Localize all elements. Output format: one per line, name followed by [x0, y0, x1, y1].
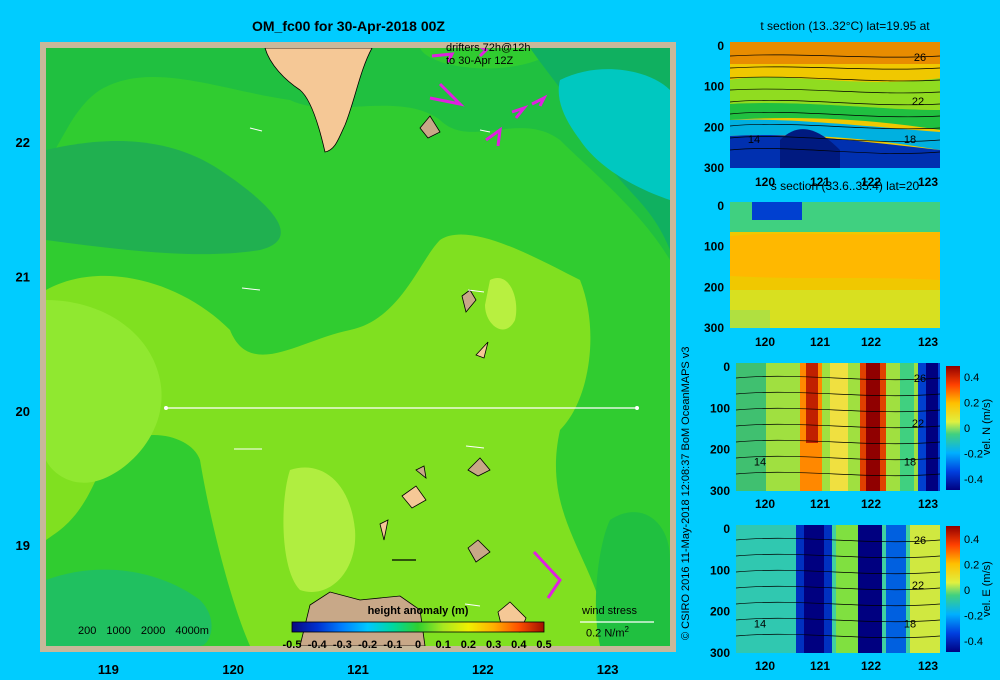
- panel-y-tick-label: 0: [723, 360, 730, 374]
- map-x-tick-label: 120: [222, 662, 244, 677]
- panel-title: s section (33.6..35.4) lat=20: [771, 179, 920, 193]
- panel-y-tick-label: 300: [710, 646, 730, 660]
- panel-colorbar-tick: 0.4: [964, 372, 979, 384]
- panel-title: t section (13..32°C) lat=19.95 at: [760, 19, 930, 33]
- map-x-tick-label: 121: [347, 662, 369, 677]
- contour-label: 22: [912, 96, 924, 108]
- contour-label: 18: [904, 134, 916, 146]
- panel-x-tick-label: 123: [918, 175, 938, 189]
- panel-y-tick-label: 0: [717, 39, 724, 53]
- map-x-tick-label: 119: [98, 662, 119, 677]
- map-x-tick-label: 123: [597, 662, 619, 677]
- panel-y-tick-label: 0: [717, 199, 724, 213]
- map-y-tick-label: 21: [16, 269, 30, 284]
- drifters-label-2: to 30-Apr 12Z: [446, 55, 514, 67]
- map-y-tick-label: 22: [16, 135, 30, 150]
- panel-colorbar-tick: -0.4: [964, 636, 983, 648]
- panel-x-tick-label: 123: [918, 335, 938, 349]
- figure-canvas: 119 120 121 122 12322212019height anomaly (m…: [16, 19, 993, 677]
- panel-x-tick-label: 120: [755, 497, 775, 511]
- panel-x-tick-label: 122: [861, 335, 881, 349]
- colorbar-tick-label: 0.3: [486, 639, 501, 651]
- panel-y-tick-label: 100: [704, 240, 724, 254]
- panel-y-tick-label: 0: [723, 522, 730, 536]
- colorbar-tick-label: 0.4: [511, 639, 527, 651]
- page-title: OM_fc00 for 30-Apr-2018 00Z: [252, 18, 445, 34]
- panel-y-tick-label: 300: [710, 484, 730, 498]
- s-section-panel: [730, 202, 940, 328]
- colorbar-tick-label: 0: [415, 639, 421, 651]
- contour-label: 26: [914, 52, 926, 64]
- vel-e-panel: [735, 525, 960, 653]
- wind-stress-sup: 2: [624, 625, 629, 634]
- map-panel: [40, 42, 676, 652]
- panel-x-tick-label: 120: [755, 659, 775, 673]
- map-y-tick-label: 19: [16, 538, 30, 553]
- panel-colorbar-label: vel. E (m/s): [981, 561, 993, 617]
- panel-colorbar-tick: -0.4: [964, 474, 983, 486]
- contour-label: 26: [914, 373, 926, 385]
- panel-colorbar-tick: 0: [964, 585, 970, 597]
- credit-text: © CSIRO 2016 11-May-2018 12:08:37 BoM Oc…: [680, 346, 692, 640]
- colorbar-tick-label: -0.4: [308, 639, 328, 651]
- depth-legend-item: 200: [78, 625, 97, 637]
- height-anomaly-field: [46, 48, 670, 646]
- panel-y-tick-label: 300: [704, 161, 724, 175]
- panel-x-tick-label: 122: [861, 497, 881, 511]
- contour-label: 18: [904, 456, 916, 468]
- wind-stress-value: 0.2 N/m2: [586, 625, 629, 640]
- wind-stress-value-text: 0.2 N/m: [586, 627, 625, 640]
- contour-label: 14: [748, 134, 760, 146]
- panel-y-tick-label: 200: [704, 280, 724, 294]
- map-y-tick-label: 20: [16, 404, 30, 419]
- colorbar-tick-label: 0.5: [536, 639, 551, 651]
- vel-n-colorbar: [946, 366, 960, 490]
- panel-x-tick-label: 121: [810, 497, 830, 511]
- vel-n-panel: [735, 363, 960, 491]
- panel-colorbar-label: vel. N (m/s): [981, 399, 993, 455]
- panel-colorbar-tick: 0.4: [964, 534, 979, 546]
- panel-y-tick-label: 100: [710, 401, 730, 415]
- panel-x-tick-label: 123: [918, 497, 938, 511]
- vel-e-colorbar: [946, 526, 960, 652]
- contour-label: 18: [904, 618, 916, 630]
- panel-x-tick-label: 122: [861, 659, 881, 673]
- panel-y-tick-label: 200: [704, 120, 724, 134]
- panel-x-tick-label: 121: [810, 335, 830, 349]
- depth-legend-item: 4000m: [175, 625, 209, 637]
- map-x-tick-label: 122: [472, 662, 494, 677]
- panel-colorbar-tick: 0.2: [964, 560, 979, 572]
- height-colorbar: [291, 621, 545, 633]
- colorbar-tick-label: -0.5: [283, 639, 302, 651]
- panel-y-tick-label: 300: [704, 321, 724, 335]
- panel-x-tick-label: 120: [755, 335, 775, 349]
- drifters-label-1: drifters 72h@12h: [446, 42, 531, 54]
- contour-label: 22: [912, 580, 924, 592]
- panel-y-tick-label: 100: [704, 80, 724, 94]
- colorbar-tick-label: -0.1: [383, 639, 402, 651]
- wind-stress-label: wind stress: [582, 605, 638, 617]
- colorbar-tick-label: -0.3: [333, 639, 352, 651]
- contour-label: 26: [914, 535, 926, 547]
- t-section-panel: [729, 42, 941, 168]
- depth-legend-item: 2000: [140, 625, 166, 637]
- panel-colorbar-tick: 0: [964, 423, 970, 435]
- panel-colorbar-tick: 0.2: [964, 398, 979, 410]
- depth-legend-item: 1000: [106, 625, 131, 637]
- depth-legend: 200 1000 2000 4000m: [78, 625, 209, 637]
- colorbar-tick-label: -0.2: [358, 639, 377, 651]
- panel-y-tick-label: 100: [710, 563, 730, 577]
- colorbar-tick-label: 0.2: [461, 639, 476, 651]
- contour-label: 22: [912, 418, 924, 430]
- contour-label: 14: [754, 618, 766, 630]
- colorbar-tick-label: 0.1: [436, 639, 451, 651]
- panel-y-tick-label: 200: [710, 605, 730, 619]
- colorbar-label: height anomaly (m): [368, 605, 469, 617]
- panel-x-tick-label: 123: [918, 659, 938, 673]
- contour-label: 14: [754, 456, 766, 468]
- panel-x-tick-label: 121: [810, 659, 830, 673]
- panel-y-tick-label: 200: [710, 443, 730, 457]
